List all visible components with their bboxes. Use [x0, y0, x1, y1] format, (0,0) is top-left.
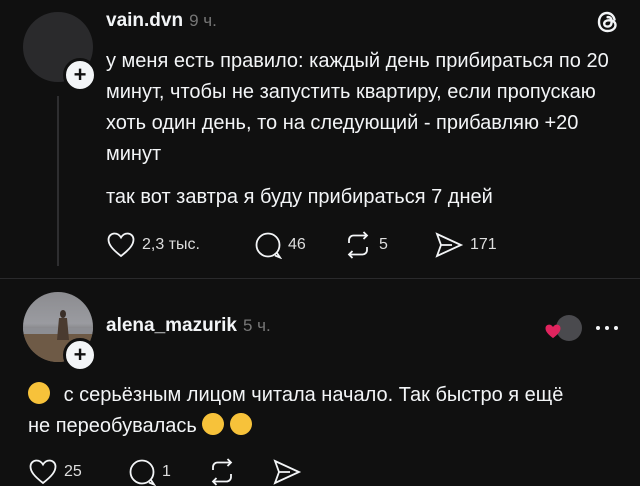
rofl-emoji-icon: [199, 409, 228, 439]
repost-count: 5: [379, 236, 388, 253]
more-icon[interactable]: [596, 326, 618, 330]
repost-button[interactable]: 5: [343, 231, 388, 259]
heart-icon: [29, 459, 57, 485]
like-count-2: 25: [64, 463, 82, 480]
share-button[interactable]: 171: [434, 231, 497, 259]
like-count: 2,3 тыс.: [142, 236, 200, 253]
timestamp-2: 5 ч.: [242, 316, 271, 335]
comment-text-line1: с серьёзным лицом читала начало. Так быс…: [63, 384, 564, 406]
like-button-2[interactable]: 25: [28, 458, 82, 486]
post-header: vain.dvn 9 ч.: [106, 10, 217, 32]
heart-icon: [107, 232, 135, 258]
comment-text: с серьёзным лицом читала начало. Так быс…: [28, 380, 628, 442]
like-button[interactable]: 2,3 тыс.: [106, 231, 200, 259]
threads-logo-icon[interactable]: [594, 8, 622, 36]
comment-icon: [129, 459, 156, 486]
follow-plus-button[interactable]: +: [63, 58, 97, 92]
liked-by-author-badge: [544, 315, 584, 341]
comment-button[interactable]: 46: [254, 231, 306, 259]
username[interactable]: vain.dvn: [106, 10, 183, 32]
username-2[interactable]: alena_mazurik: [106, 315, 237, 337]
thread-line: [57, 96, 59, 266]
laughing-tears-emoji-icon: [28, 382, 50, 404]
post-divider: [0, 278, 640, 279]
comment-icon: [255, 232, 282, 259]
repost-button-2[interactable]: [207, 458, 237, 486]
share-icon: [273, 459, 302, 485]
post-text-second: так вот завтра я буду прибираться 7 дней: [106, 186, 493, 208]
comment-count: 46: [288, 236, 306, 253]
comment-button-2[interactable]: 1: [128, 458, 171, 486]
post-text: у меня есть правило: каждый день прибира…: [106, 50, 609, 165]
share-button-2[interactable]: [272, 458, 302, 486]
repost-icon: [211, 458, 233, 486]
rofl-emoji-icon: [226, 409, 256, 439]
comment-text-line2: не переобувалась: [28, 415, 197, 437]
comment-count-2: 1: [162, 463, 171, 480]
heart-icon: [545, 324, 561, 339]
share-icon: [435, 232, 464, 258]
timestamp: 9 ч.: [189, 11, 217, 30]
repost-icon: [347, 231, 369, 259]
follow-plus-button-2[interactable]: +: [63, 338, 97, 372]
share-count: 171: [470, 236, 497, 253]
post-header-2: alena_mazurik 5 ч.: [106, 315, 271, 337]
